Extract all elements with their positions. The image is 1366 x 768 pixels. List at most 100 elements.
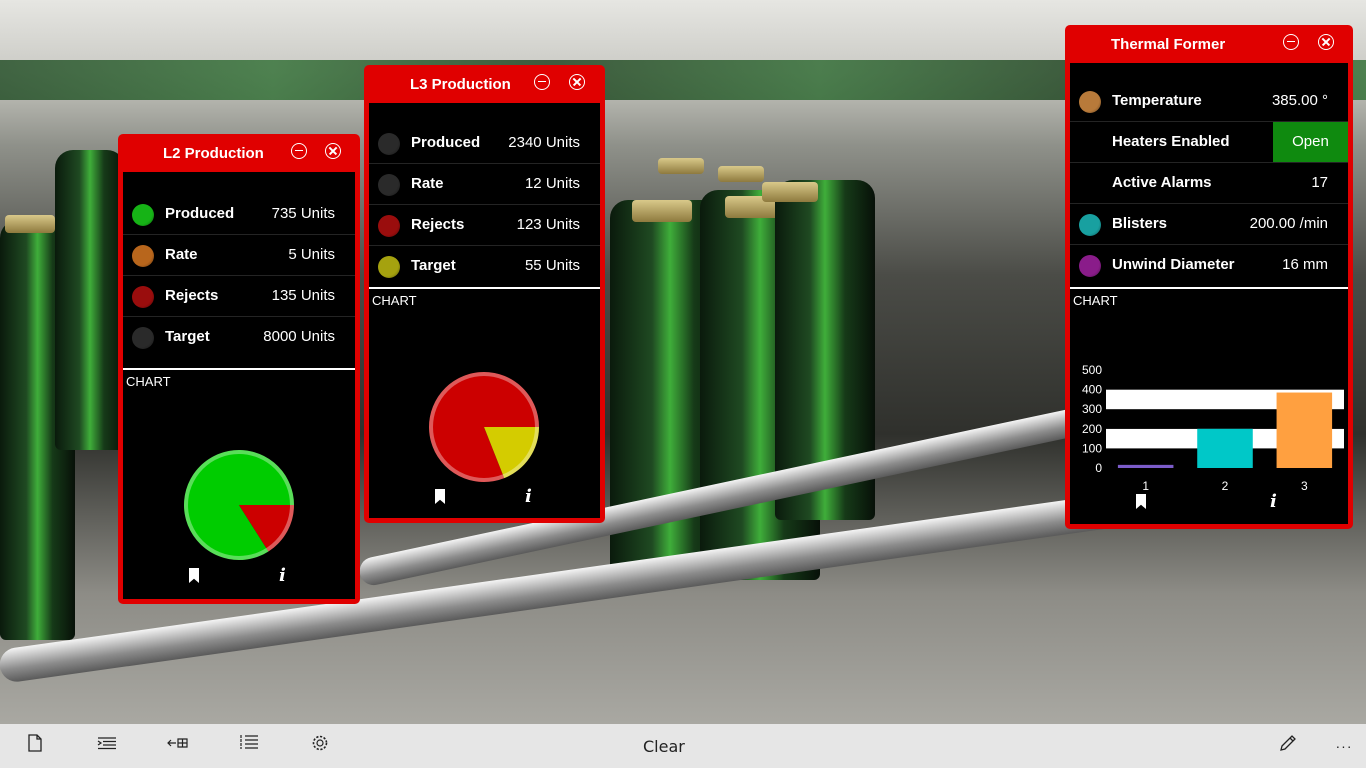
metric-value: 385.00 °	[1271, 92, 1328, 109]
bottle-cap	[632, 200, 692, 222]
y-tick-label: 500	[1082, 363, 1102, 377]
metric-value: 8000 Units	[263, 328, 335, 345]
status-dot	[132, 286, 154, 308]
bookmark-icon[interactable]	[189, 568, 199, 583]
metric-label: Produced	[411, 134, 481, 151]
y-tick-label: 0	[1095, 461, 1102, 475]
metric-row-blisters: Blisters 200.00 /min	[1070, 204, 1348, 245]
panel-body: Temperature 385.00 ° Heaters Enabled Ope…	[1070, 63, 1348, 524]
metric-row-heaters-enabled: Heaters Enabled Open	[1070, 122, 1348, 163]
metric-label: Active Alarms	[1112, 174, 1212, 191]
metric-label: Target	[411, 257, 456, 274]
pie-chart	[184, 450, 294, 560]
chart-label: CHART	[372, 293, 417, 308]
l3-production-panel[interactable]: L3 Production Produced 2340 Units Rate 1…	[364, 65, 605, 523]
close-icon[interactable]	[1318, 34, 1334, 50]
panel-title: L2 Production	[163, 145, 264, 162]
metric-row-rejects: Rejects 135 Units	[123, 276, 355, 317]
metric-row-unwind-diameter: Unwind Diameter 16 mm	[1070, 245, 1348, 286]
metric-label: Unwind Diameter	[1112, 256, 1235, 273]
metric-value: 735 Units	[271, 205, 335, 222]
metric-row-rate: Rate 12 Units	[369, 164, 600, 205]
bar	[1117, 464, 1174, 468]
chart-label: CHART	[1073, 293, 1118, 308]
minimize-icon[interactable]	[291, 143, 307, 159]
info-icon[interactable]: i	[1270, 493, 1277, 511]
metric-label: Temperature	[1112, 92, 1202, 109]
numbered-list-icon[interactable]	[237, 734, 261, 758]
bottle	[55, 150, 125, 450]
minimize-icon[interactable]	[1283, 34, 1299, 50]
y-tick-label: 300	[1082, 402, 1102, 416]
metric-label: Target	[165, 328, 210, 345]
metric-label: Rate	[411, 175, 444, 192]
y-tick-label: 200	[1082, 422, 1102, 436]
bar	[1276, 392, 1333, 468]
bar	[1197, 428, 1253, 468]
status-dot	[132, 204, 154, 226]
new-page-icon[interactable]	[23, 734, 47, 758]
status-dot	[1079, 91, 1101, 113]
x-tick-label: 2	[1222, 479, 1229, 493]
settings-icon[interactable]	[308, 734, 332, 758]
more-icon[interactable]: ···	[1332, 734, 1356, 758]
edit-icon[interactable]	[1276, 734, 1300, 758]
panel-header[interactable]: L2 Production	[123, 134, 355, 172]
x-tick-label: 1	[1142, 479, 1149, 493]
metric-value: 200.00 /min	[1249, 215, 1328, 232]
close-icon[interactable]	[569, 74, 585, 90]
metric-value: 12 Units	[524, 175, 580, 192]
metric-row-target: Target 8000 Units	[123, 317, 355, 358]
status-dot	[1079, 255, 1101, 277]
status-dot	[378, 215, 400, 237]
metric-label: Rate	[165, 246, 198, 263]
panel-body: Produced 735 Units Rate 5 Units Rejects …	[123, 172, 355, 599]
panel-title: L3 Production	[410, 76, 511, 93]
pie-chart	[429, 372, 539, 482]
indent-list-icon[interactable]	[95, 734, 119, 758]
bottle-cap	[718, 166, 764, 182]
metric-value: 2340 Units	[508, 134, 580, 151]
metric-value: 5 Units	[288, 246, 335, 263]
chart-label: CHART	[126, 374, 171, 389]
metric-value: 123 Units	[516, 216, 580, 233]
metric-row-temperature: Temperature 385.00 °	[1070, 81, 1348, 122]
x-tick-label: 3	[1301, 479, 1308, 493]
metric-label: Heaters Enabled	[1112, 133, 1230, 150]
status-dot	[132, 327, 154, 349]
metric-row-produced: Produced 735 Units	[123, 194, 355, 235]
minimize-icon[interactable]	[534, 74, 550, 90]
info-icon[interactable]: i	[525, 488, 532, 506]
panel-body: Produced 2340 Units Rate 12 Units Reject…	[369, 103, 600, 518]
clear-button[interactable]: Clear	[643, 737, 685, 756]
metric-row-active-alarms: Active Alarms 17	[1070, 163, 1348, 204]
heaters-open-button[interactable]: Open	[1273, 122, 1348, 162]
metric-row-rate: Rate 5 Units	[123, 235, 355, 276]
grid-band	[1106, 370, 1344, 390]
metric-row-target: Target 55 Units	[369, 246, 600, 287]
bottle-cap	[5, 215, 55, 233]
close-icon[interactable]	[325, 143, 341, 159]
bottom-app-bar: Clear ···	[0, 724, 1366, 768]
bookmark-icon[interactable]	[1136, 494, 1146, 509]
metric-value: 16 mm	[1282, 256, 1328, 273]
panel-header[interactable]: Thermal Former	[1070, 25, 1348, 63]
bar-chart: 0 100 200 300 400 500 1 2 3	[1082, 363, 1344, 493]
y-tick-label: 100	[1082, 441, 1102, 455]
status-dot	[378, 174, 400, 196]
metric-value: 135 Units	[271, 287, 335, 304]
bookmark-icon[interactable]	[435, 489, 445, 504]
metric-row-rejects: Rejects 123 Units	[369, 205, 600, 246]
metric-value: 55 Units	[524, 257, 580, 274]
back-panel-icon[interactable]	[166, 734, 190, 758]
thermal-former-panel[interactable]: Thermal Former Temperature 385.00 ° Heat…	[1065, 25, 1353, 529]
status-dot	[1079, 214, 1101, 236]
status-dot	[132, 245, 154, 267]
panel-header[interactable]: L3 Production	[369, 65, 600, 103]
status-dot	[378, 256, 400, 278]
y-tick-label: 400	[1082, 383, 1102, 397]
l2-production-panel[interactable]: L2 Production Produced 735 Units Rate 5 …	[118, 134, 360, 604]
info-icon[interactable]: i	[279, 567, 286, 585]
metric-label: Rejects	[411, 216, 465, 233]
metric-value: 17	[1311, 174, 1328, 191]
